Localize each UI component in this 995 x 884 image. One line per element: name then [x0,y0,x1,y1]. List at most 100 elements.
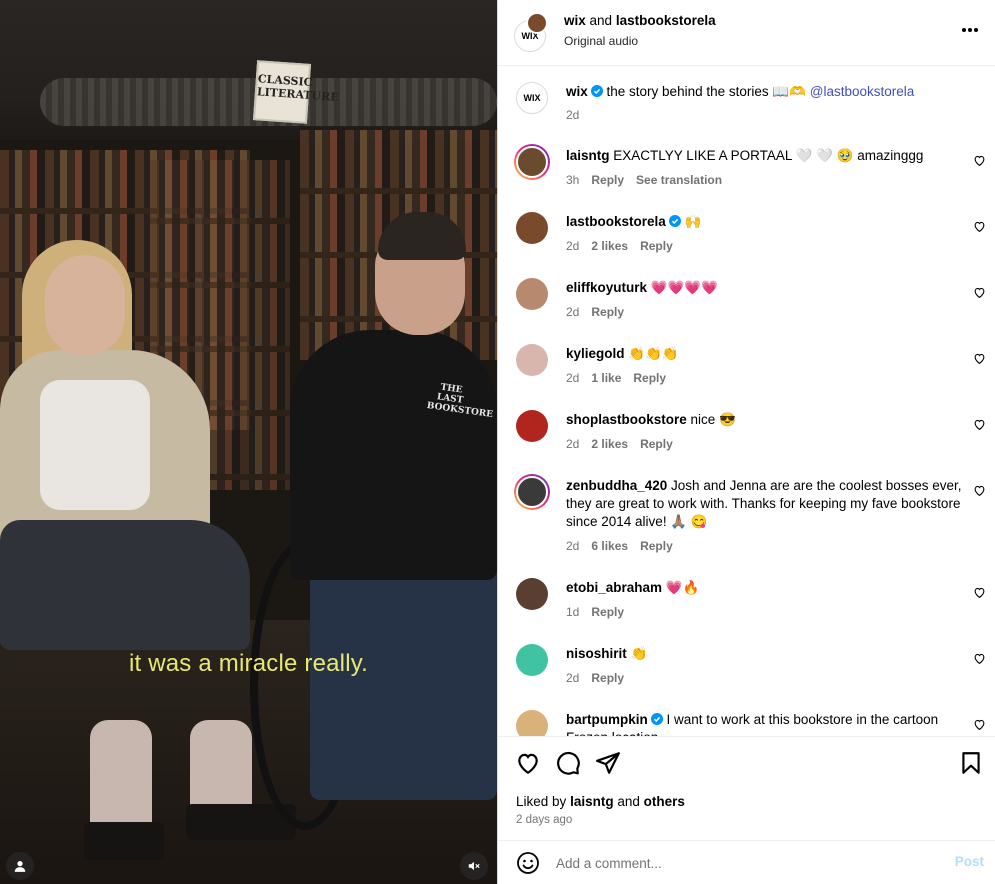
comment-likes[interactable]: 1 like [591,371,621,385]
comment-meta: 3h Reply See translation [566,173,734,187]
user-icon [14,861,26,872]
comment-time[interactable]: 1d [566,605,579,619]
comment-likes[interactable]: 6 likes [591,539,628,553]
video-sign: CLASSIC LITERATURE [252,60,339,124]
verified-badge-icon [650,713,663,725]
mute-button[interactable] [460,852,488,880]
comment-row: shoplastbookstore nice 😎 2d 2 likes Reply [498,408,995,468]
add-comment-input[interactable] [556,851,916,875]
comment-reply[interactable]: Reply [591,605,624,619]
comment-time[interactable]: 2d [566,371,579,385]
caption-meta: 2d [566,108,591,122]
comment-avatar-ring[interactable] [514,144,550,180]
comment-time[interactable]: 2d [566,671,579,685]
video-person-left-face [45,255,125,355]
comment-text-line: kyliegold 👏👏👏 [566,345,962,363]
comment-time[interactable]: 2d [566,239,579,253]
comment-username[interactable]: zenbuddha_420 [566,478,667,493]
like-comment-heart-icon[interactable] [973,484,986,497]
comment-reply[interactable]: Reply [591,305,624,319]
likes-others[interactable]: others [644,794,685,809]
comment-username[interactable]: kyliegold [566,346,625,361]
comment-avatar[interactable] [516,278,548,310]
caption-avatar-label: WIX [523,93,541,103]
comment-reply[interactable]: Reply [633,371,666,385]
caption-mention[interactable]: @lastbookstorela [810,84,915,99]
like-comment-heart-icon[interactable] [973,418,986,431]
comment-username[interactable]: eliffkoyuturk [566,280,647,295]
header-title: wix and lastbookstorela [564,13,716,28]
comment-reply[interactable]: Reply [640,239,673,253]
header-collab-avatar[interactable] [526,12,548,34]
comment-text: nice 😎 [690,412,736,427]
post-header: WIX wix and lastbookstorela Original aud… [498,0,995,66]
comment-username[interactable]: laisntg [566,148,610,163]
audio-label[interactable]: Original audio [564,34,638,48]
comment-reply[interactable]: Reply [591,173,624,187]
comment-likes[interactable]: 2 likes [591,239,628,253]
comment-username[interactable]: bartpumpkin [566,712,648,727]
caption-text: the story behind the stories 📖🫶 [606,84,806,99]
caption-time[interactable]: 2d [566,108,579,122]
comment-row: etobi_abraham 💗🔥 1d Reply [498,576,995,636]
video-hoodie-print: THE LAST BOOKSTORE [426,382,494,421]
reel-video[interactable]: CLASSIC LITERATURE THE LAST BOOKSTORE it… [0,0,497,884]
like-comment-heart-icon[interactable] [973,652,986,665]
comment-text-line: laisntg EXACTLYY LIKE A PORTAAL 🤍 🤍 🥹 am… [566,147,962,165]
likes-and: and [617,794,640,809]
comment-time[interactable]: 2d [566,305,579,319]
like-comment-heart-icon[interactable] [973,586,986,599]
video-person-left-shirt [40,380,150,510]
caption-avatar[interactable]: WIX [516,82,548,114]
header-and: and [589,13,613,28]
comment-avatar[interactable] [516,578,548,610]
comment-username[interactable]: lastbookstorela [566,214,666,229]
heart-icon[interactable] [515,750,541,776]
comment-avatar[interactable] [516,410,548,442]
comment-likes[interactable]: 2 likes [591,437,628,451]
bookmark-icon[interactable] [958,750,984,776]
post-actions: Liked by laisntg and others 2 days ago [498,736,995,840]
like-comment-heart-icon[interactable] [973,352,986,365]
comment-time[interactable]: 2d [566,539,579,553]
comment-reply[interactable]: Reply [591,671,624,685]
comment-username[interactable]: nisoshirit [566,646,627,661]
comment-avatar [516,146,548,178]
likes-user[interactable]: laisntg [570,794,614,809]
comment-text-line: eliffkoyuturk 💗💗💗💗 [566,279,962,297]
comment-time[interactable]: 3h [566,173,579,187]
header-user-lastbookstorela[interactable]: lastbookstorela [616,13,716,28]
post-comment-button[interactable]: Post [955,854,984,869]
comment-username[interactable]: shoplastbookstore [566,412,687,427]
comment-time[interactable]: 2d [566,437,579,451]
emoji-icon[interactable] [516,851,540,875]
like-comment-heart-icon[interactable] [973,286,986,299]
comments-list[interactable]: WIX wix the story behind the stories 📖🫶 … [498,66,995,736]
comment-text-line: zenbuddha_420 Josh and Jenna are are the… [566,477,962,531]
caption-username[interactable]: wix [566,84,588,99]
comment-reply[interactable]: Reply [640,539,673,553]
video-person-right-hoodie [290,330,497,580]
comment-avatar[interactable] [516,212,548,244]
post-date[interactable]: 2 days ago [516,814,572,826]
like-comment-heart-icon[interactable] [973,154,986,167]
like-comment-heart-icon[interactable] [973,718,986,731]
comment-meta: 2d 2 likes Reply [566,437,685,451]
header-user-wix[interactable]: wix [564,13,586,28]
comment-text: 🙌 [684,214,702,229]
comment-username[interactable]: etobi_abraham [566,580,662,595]
like-comment-heart-icon[interactable] [973,220,986,233]
comment-see-translation[interactable]: See translation [636,173,722,187]
tagged-users-button[interactable] [6,852,34,880]
volume-muted-icon [468,861,480,871]
comment-reply[interactable]: Reply [640,437,673,451]
more-horizontal-icon[interactable] [961,27,979,33]
comment-row: kyliegold 👏👏👏 2d 1 like Reply [498,342,995,402]
share-icon[interactable] [595,750,621,776]
comment-icon[interactable] [555,750,581,776]
comment-avatar[interactable] [516,344,548,376]
comment-text: 💗🔥 [665,580,700,595]
comment-avatar[interactable] [516,644,548,676]
comment-avatar-ring[interactable] [514,474,550,510]
comment-avatar[interactable] [516,710,548,736]
